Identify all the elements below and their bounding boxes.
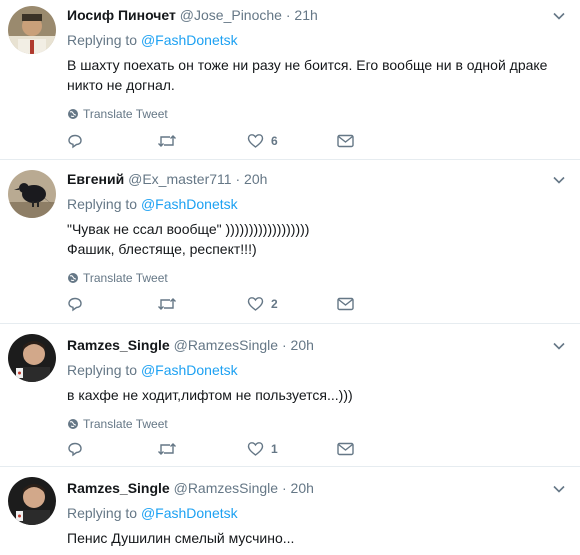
retweet-button[interactable] (157, 441, 247, 457)
tweet-text: В шахту поехать он тоже ни разу не боитс… (67, 55, 580, 95)
tweet[interactable]: Евгений @Ex_master711 · 20h Replying to … (0, 160, 580, 324)
username[interactable]: @RamzesSingle (174, 480, 278, 496)
translate-tweet[interactable]: Translate Tweet (67, 416, 580, 432)
chevron-down-icon[interactable] (552, 482, 566, 496)
globe-icon (68, 273, 78, 283)
mention-link[interactable]: @FashDonetsk (141, 362, 238, 378)
replying-to: Replying to @FashDonetsk (67, 31, 580, 49)
tweet[interactable]: Ramzes_Single @RamzesSingle · 20h Replyi… (0, 324, 580, 467)
separator: · (281, 337, 287, 353)
like-button[interactable]: 2 (247, 296, 337, 312)
display-name[interactable]: Ramzes_Single (67, 480, 170, 496)
like-button[interactable]: 6 (247, 133, 337, 149)
chevron-down-icon[interactable] (552, 173, 566, 187)
direct-message-button[interactable] (337, 442, 427, 456)
like-button[interactable]: 1 (247, 441, 337, 457)
translate-tweet[interactable]: Translate Tweet (67, 270, 580, 286)
avatar[interactable] (8, 477, 56, 525)
replying-prefix: Replying to (67, 196, 138, 212)
heart-icon (247, 442, 264, 456)
separator: · (281, 480, 287, 496)
translate-tweet[interactable]: Translate Tweet (67, 106, 580, 122)
retweet-button[interactable] (157, 133, 247, 149)
tweet-text-line: Фашик, блестяще, респект!!!) (67, 241, 257, 257)
tweet-header: Евгений @Ex_master711 · 20h (67, 160, 580, 188)
like-count: 2 (271, 297, 278, 311)
avatar[interactable] (8, 334, 56, 382)
tweet-text-line: "Чувак не ссал вообще" )))))))))))))))))… (67, 221, 310, 237)
reply-icon (68, 134, 82, 149)
envelope-icon (337, 297, 354, 311)
direct-message-button[interactable] (337, 134, 427, 148)
timestamp[interactable]: 20h (291, 337, 314, 353)
tweet-header: Иосиф Пиночет @Jose_Pinoche · 21h (67, 0, 580, 24)
translate-label[interactable]: Translate Tweet (83, 417, 168, 431)
timestamp[interactable]: 20h (291, 480, 314, 496)
like-count: 1 (271, 442, 278, 456)
replying-prefix: Replying to (67, 505, 138, 521)
retweet-icon (158, 443, 176, 455)
reply-button[interactable] (67, 296, 157, 312)
tweet-text: в кахфе не ходит,лифтом не пользуется...… (67, 385, 580, 405)
retweet-button[interactable] (157, 296, 247, 312)
separator: · (285, 7, 291, 23)
retweet-icon (158, 135, 176, 147)
envelope-icon (337, 134, 354, 148)
globe-icon (68, 109, 78, 119)
avatar[interactable] (8, 170, 56, 218)
tweet-actions: 6 (67, 131, 427, 151)
tweet-header: Ramzes_Single @RamzesSingle · 20h (67, 467, 580, 497)
globe-icon (68, 419, 78, 429)
mention-link[interactable]: @FashDonetsk (141, 505, 238, 521)
envelope-icon (337, 442, 354, 456)
display-name[interactable]: Евгений (67, 171, 124, 187)
username[interactable]: @Ex_master711 (128, 171, 231, 187)
avatar[interactable] (8, 6, 56, 54)
translate-label[interactable]: Translate Tweet (83, 271, 168, 285)
chevron-down-icon[interactable] (552, 9, 566, 23)
replying-to: Replying to @FashDonetsk (67, 361, 580, 379)
mention-link[interactable]: @FashDonetsk (141, 32, 238, 48)
tweet-text-line: никто не догнал. (67, 77, 175, 93)
separator: · (235, 171, 241, 187)
like-count: 6 (271, 134, 278, 148)
tweet-actions: 2 (67, 294, 427, 314)
direct-message-button[interactable] (337, 297, 427, 311)
replying-prefix: Replying to (67, 32, 138, 48)
display-name[interactable]: Ramzes_Single (67, 337, 170, 353)
heart-icon (247, 134, 264, 148)
chevron-down-icon[interactable] (552, 339, 566, 353)
display-name[interactable]: Иосиф Пиночет (67, 7, 176, 23)
timestamp[interactable]: 21h (294, 7, 317, 23)
retweet-icon (158, 298, 176, 310)
tweet-actions: 1 (67, 439, 427, 459)
username[interactable]: @Jose_Pinoche (180, 7, 282, 23)
translate-label[interactable]: Translate Tweet (83, 107, 168, 121)
reply-button[interactable] (67, 133, 157, 149)
mention-link[interactable]: @FashDonetsk (141, 196, 238, 212)
replying-to: Replying to @FashDonetsk (67, 504, 580, 522)
reply-button[interactable] (67, 441, 157, 457)
heart-icon (247, 297, 264, 311)
replying-prefix: Replying to (67, 362, 138, 378)
tweet-text-line: В шахту поехать он тоже ни разу не боитс… (67, 57, 548, 73)
tweet[interactable]: Иосиф Пиночет @Jose_Pinoche · 21h Replyi… (0, 0, 580, 160)
timestamp[interactable]: 20h (244, 171, 267, 187)
reply-icon (68, 297, 82, 312)
tweet-text: "Чувак не ссал вообще" )))))))))))))))))… (67, 219, 580, 259)
replying-to: Replying to @FashDonetsk (67, 195, 580, 213)
tweet-text-line: в кахфе не ходит,лифтом не пользуется...… (67, 387, 353, 403)
tweet-header: Ramzes_Single @RamzesSingle · 20h (67, 324, 580, 354)
tweet-text: Пенис Душилин смелый мусчино... (67, 528, 580, 548)
reply-icon (68, 442, 82, 457)
username[interactable]: @RamzesSingle (174, 337, 278, 353)
tweet[interactable]: Ramzes_Single @RamzesSingle · 20h Replyi… (0, 467, 580, 555)
tweet-text-line: Пенис Душилин смелый мусчино... (67, 530, 295, 546)
